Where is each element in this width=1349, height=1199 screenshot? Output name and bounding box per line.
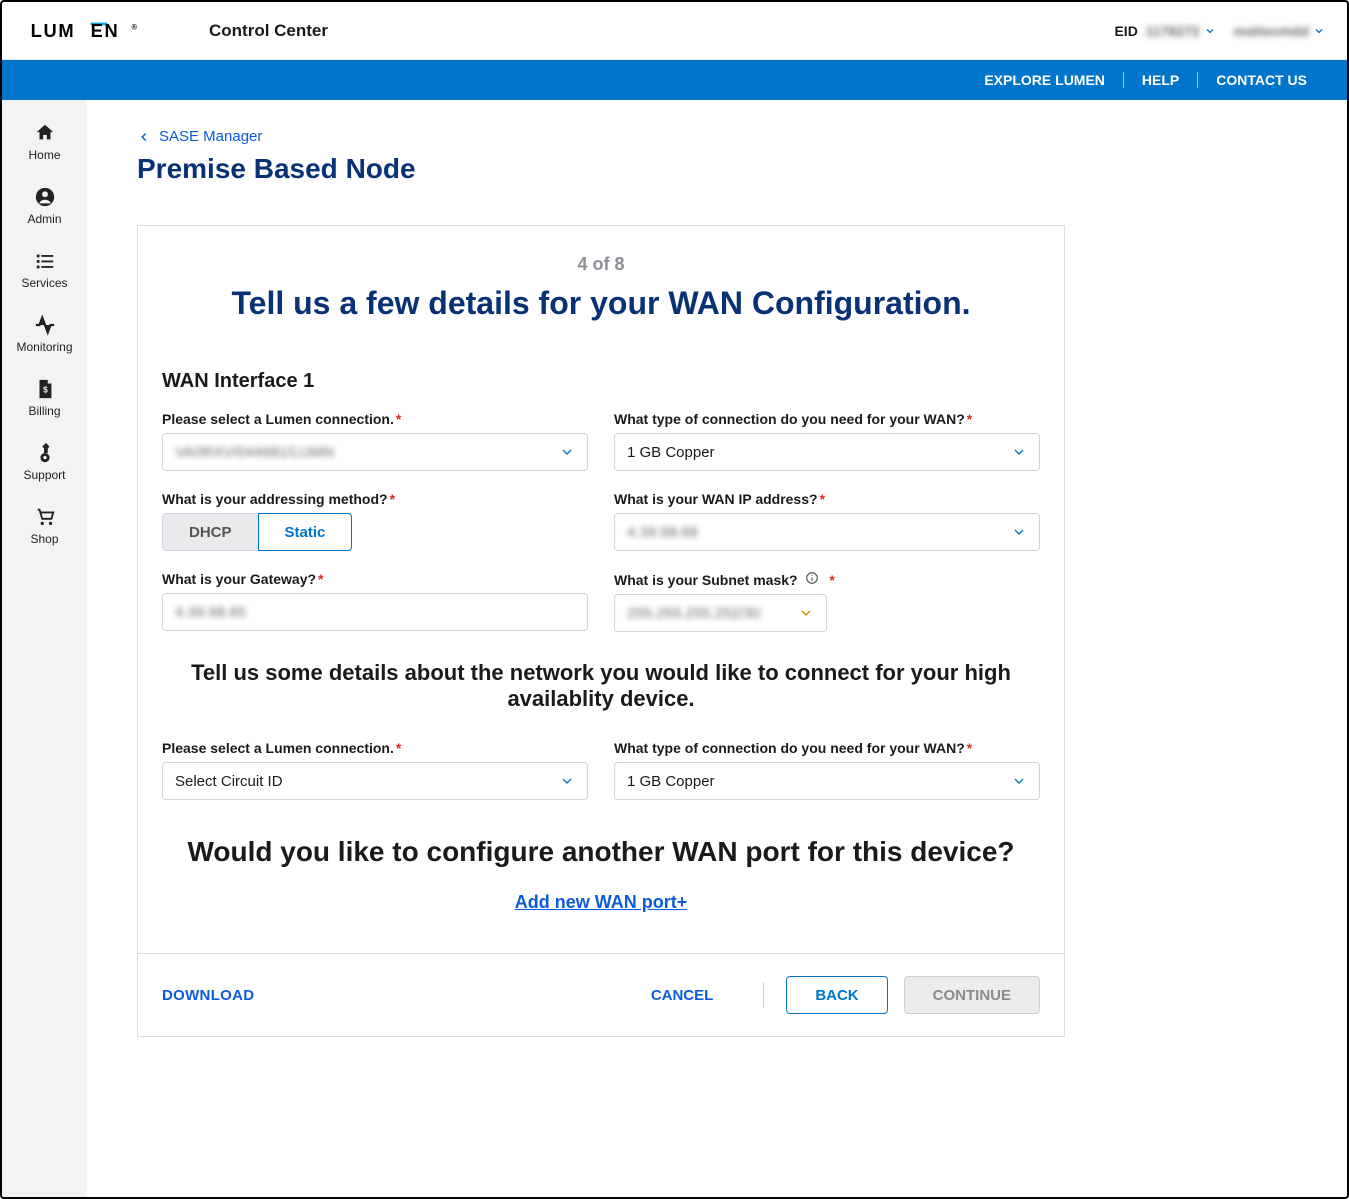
activity-icon (34, 314, 56, 336)
sidenav-item-home[interactable]: Home (2, 110, 87, 174)
wizard-card: 4 of 8 Tell us a few details for your WA… (137, 225, 1065, 1037)
nav-contact-us[interactable]: CONTACT US (1198, 72, 1325, 88)
sidenav-item-label: Home (28, 148, 60, 162)
sidenav-item-admin[interactable]: Admin (2, 174, 87, 238)
wan1-subnet-label: What is your Subnet mask? * (614, 571, 1040, 588)
wan1-gateway-input[interactable]: 4.39.98.65 (162, 593, 588, 631)
chevron-down-icon (1011, 444, 1027, 460)
blue-nav-bar: EXPLORE LUMEN HELP CONTACT US (2, 60, 1347, 100)
chevron-down-icon (559, 773, 575, 789)
side-nav: Home Admin Services Monitoring $ Billing… (2, 100, 87, 1197)
nav-help[interactable]: HELP (1124, 72, 1197, 88)
top-bar: LUM EN ® Control Center EID 1178272 matteo… (2, 2, 1347, 60)
ha-conntype-value: 1 GB Copper (627, 773, 1011, 790)
sidenav-item-billing[interactable]: $ Billing (2, 366, 87, 430)
breadcrumb-back[interactable]: SASE Manager (137, 128, 1307, 145)
add-port-question: Would you like to configure another WAN … (162, 836, 1040, 868)
ha-conntype-label: What type of connection do you need for … (614, 740, 1040, 756)
sidenav-item-label: Support (23, 468, 65, 482)
breadcrumb-label: SASE Manager (159, 128, 262, 145)
chevron-down-icon (1011, 773, 1027, 789)
add-wan-port-link[interactable]: Add new WAN port+ (162, 892, 1040, 913)
svg-text:EN: EN (91, 21, 120, 41)
wan1-connection-label: Please select a Lumen connection.* (162, 411, 588, 427)
chevron-down-icon (1204, 25, 1216, 37)
invoice-icon: $ (34, 378, 56, 400)
ha-connection-value: Select Circuit ID (175, 773, 559, 790)
cancel-button[interactable]: CANCEL (623, 976, 742, 1014)
chevron-down-icon (559, 444, 575, 460)
user-name: matteomdd (1234, 23, 1309, 39)
sidenav-item-monitoring[interactable]: Monitoring (2, 302, 87, 366)
ha-connection-label: Please select a Lumen connection.* (162, 740, 588, 756)
step-heading: Tell us a few details for your WAN Confi… (162, 285, 1040, 322)
continue-button[interactable]: CONTINUE (904, 976, 1040, 1014)
svg-text:®: ® (132, 22, 138, 31)
wan1-connection-value: VA/IRXV/044681/LUMN (175, 444, 559, 461)
addressing-toggle: DHCP Static (162, 513, 588, 551)
gear-icon (34, 442, 56, 464)
wizard-footer: DOWNLOAD CANCEL BACK CONTINUE (138, 953, 1064, 1036)
ha-section-message: Tell us some details about the network y… (162, 660, 1040, 712)
wan1-gateway-label: What is your Gateway?* (162, 571, 588, 587)
footer-separator (763, 982, 764, 1008)
svg-text:LUM: LUM (31, 21, 76, 41)
sidenav-item-label: Shop (30, 532, 58, 546)
user-icon (34, 186, 56, 208)
wan1-conntype-value: 1 GB Copper (627, 444, 1011, 461)
download-link[interactable]: DOWNLOAD (162, 987, 254, 1004)
back-button[interactable]: BACK (786, 976, 887, 1014)
ha-connection-select[interactable]: Select Circuit ID (162, 762, 588, 800)
info-icon[interactable] (805, 571, 819, 585)
wan1-conntype-label: What type of connection do you need for … (614, 411, 1040, 427)
user-dropdown[interactable]: matteomdd (1234, 23, 1325, 39)
list-icon (34, 250, 56, 272)
lumen-logo: LUM EN ® (24, 21, 154, 41)
ha-conntype-select[interactable]: 1 GB Copper (614, 762, 1040, 800)
sidenav-item-services[interactable]: Services (2, 238, 87, 302)
cart-icon (34, 506, 56, 528)
wan1-gateway-value: 4.39.98.65 (175, 604, 246, 621)
eid-dropdown[interactable]: 1178272 (1146, 23, 1216, 39)
wan1-ip-label: What is your WAN IP address?* (614, 491, 1040, 507)
sidenav-item-label: Billing (28, 404, 60, 418)
addressing-dhcp-button[interactable]: DHCP (162, 513, 258, 551)
sidenav-item-support[interactable]: Support (2, 430, 87, 494)
sidenav-item-label: Services (21, 276, 67, 290)
wan1-ip-select[interactable]: 4.39.98.68 (614, 513, 1040, 551)
step-indicator: 4 of 8 (162, 254, 1040, 275)
wan1-section-title: WAN Interface 1 (162, 370, 1040, 393)
chevron-down-icon (1011, 524, 1027, 540)
wan1-subnet-select[interactable]: 255.255.255.252/30 (614, 594, 827, 632)
app-title: Control Center (209, 21, 328, 41)
wan1-subnet-value: 255.255.255.252/30 (627, 605, 798, 622)
chevron-down-icon (1313, 25, 1325, 37)
chevron-left-icon (137, 130, 151, 144)
sidenav-item-shop[interactable]: Shop (2, 494, 87, 558)
wan1-ip-value: 4.39.98.68 (627, 524, 1011, 541)
sidenav-item-label: Admin (27, 212, 61, 226)
sidenav-item-label: Monitoring (16, 340, 72, 354)
wan1-conntype-select[interactable]: 1 GB Copper (614, 433, 1040, 471)
addressing-static-button[interactable]: Static (258, 513, 353, 551)
home-icon (34, 122, 56, 144)
page-title: Premise Based Node (137, 153, 1307, 185)
chevron-down-icon (798, 605, 814, 621)
eid-label: EID (1114, 23, 1137, 39)
nav-explore-lumen[interactable]: EXPLORE LUMEN (966, 72, 1123, 88)
wan1-connection-select[interactable]: VA/IRXV/044681/LUMN (162, 433, 588, 471)
wan1-addressing-label: What is your addressing method?* (162, 491, 588, 507)
eid-value: 1178272 (1146, 23, 1200, 39)
svg-text:$: $ (43, 386, 48, 395)
